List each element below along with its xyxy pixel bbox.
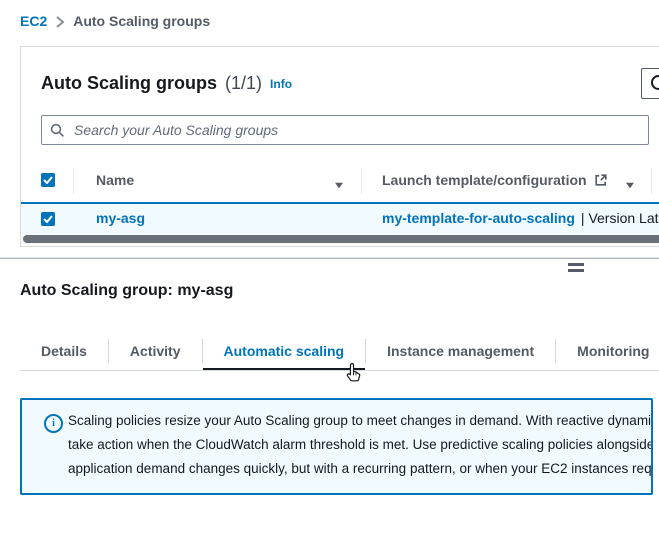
launch-template-link[interactable]: my-template-for-auto-scaling [382,210,575,226]
launch-template-cell: my-template-for-auto-scaling | Version La… [382,210,659,228]
horizontal-scrollbar-track[interactable] [21,234,659,244]
breadcrumb: EC2 Auto Scaling groups [20,13,210,29]
asg-table-card: Auto Scaling groups (1/1) Info Name L [20,46,659,247]
info-link[interactable]: Info [270,77,292,91]
tab-bar: Details Activity Automatic scaling Insta… [20,331,659,370]
tab-instance-management[interactable]: Instance management [366,331,555,370]
check-icon [43,176,53,184]
info-circle-icon: i [44,414,63,433]
table-row[interactable]: my-asg my-template-for-auto-scaling | Ver… [21,202,659,234]
tab-automatic-scaling[interactable]: Automatic scaling [203,331,366,370]
check-icon [43,215,53,223]
launch-template-version: | Version Latest [581,210,659,226]
column-header-launch-template-label: Launch template/configuration [382,172,587,188]
table-header-row: Name Launch template/configuration [21,162,659,202]
tab-bar-baseline [20,370,659,371]
search-box[interactable] [41,115,649,145]
tab-details[interactable]: Details [20,331,108,370]
column-divider [73,168,74,194]
select-all-checkbox[interactable] [41,173,55,187]
horizontal-scrollbar-thumb[interactable] [23,235,659,243]
banner-line: Scaling policies resize your Auto Scalin… [68,409,653,433]
search-input[interactable] [72,121,640,139]
table-card-header: Auto Scaling groups (1/1) Info [41,73,292,94]
split-panel-drag-handle[interactable] [568,263,584,273]
detail-panel: Auto Scaling group: my-asg Details Activ… [0,258,659,534]
sort-icon-launch-template[interactable] [625,176,635,194]
ec2-console-screen: EC2 Auto Scaling groups Auto Scaling gro… [0,0,659,534]
banner-line: take action when the CloudWatch alarm th… [68,433,653,457]
banner-line: application demand changes quickly, but … [68,457,653,481]
column-header-launch-template[interactable]: Launch template/configuration [382,172,608,188]
external-link-icon [594,173,608,187]
refresh-icon [651,75,659,90]
column-divider [651,168,652,194]
table-title: Auto Scaling groups [41,73,217,94]
tab-activity[interactable]: Activity [109,331,202,370]
row-checkbox[interactable] [41,212,55,226]
refresh-button[interactable] [641,68,659,99]
table-count: (1/1) [225,73,262,94]
detail-panel-title: Auto Scaling group: my-asg [20,282,233,300]
search-icon [50,123,65,138]
column-header-name[interactable]: Name [96,172,134,188]
chevron-right-icon [56,16,64,28]
breadcrumb-current: Auto Scaling groups [73,13,210,29]
sort-icon-name[interactable] [334,176,344,194]
banner-text: Scaling policies resize your Auto Scalin… [68,409,653,481]
tab-monitoring[interactable]: Monitoring [556,331,659,370]
breadcrumb-ec2-link[interactable]: EC2 [20,13,47,29]
asg-name-link[interactable]: my-asg [96,210,145,226]
column-divider [361,168,362,194]
scaling-info-banner: i Scaling policies resize your Auto Scal… [20,398,653,495]
